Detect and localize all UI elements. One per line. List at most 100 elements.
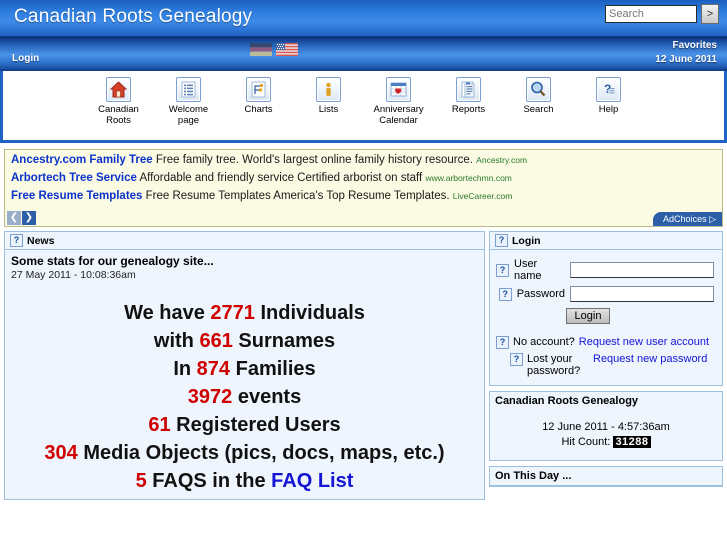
no-account-label: No account?	[513, 336, 575, 348]
ad-description: Affordable and friendly service Certifie…	[139, 172, 423, 184]
toolbar-item-reports[interactable]: Reports	[444, 77, 494, 115]
stat-line-media: 304 Media Objects (pics, docs, maps, etc…	[11, 439, 478, 467]
toolbar-item-charts[interactable]: Charts	[234, 77, 284, 115]
help-question-icon[interactable]: ?	[10, 234, 23, 247]
news-panel-header: ? News	[5, 232, 484, 250]
password-row: ? Password	[496, 286, 714, 302]
page-root: Canadian Roots Genealogy > Login	[0, 0, 727, 545]
request-account-link[interactable]: Request new user account	[579, 336, 709, 348]
login-panel-body: ? User name ? Password Login ? No accoun…	[490, 250, 722, 385]
stat-line-families: In 874 Families	[11, 355, 478, 383]
stat-text: Surnames	[232, 330, 336, 352]
calendar-heart-icon	[386, 77, 411, 102]
news-article-title: Some stats for our genealogy site...	[11, 254, 214, 268]
faq-list-link[interactable]: FAQ List	[271, 470, 353, 492]
ad-row: Ancestry.com Family Tree Free family tre…	[5, 150, 722, 168]
ad-banner: Ancestry.com Family Tree Free family tre…	[4, 149, 723, 227]
request-password-link[interactable]: Request new password	[593, 353, 707, 365]
toolbar-item-anniversary-calendar[interactable]: Anniversary Calendar	[374, 77, 424, 126]
ad-description: Free Resume Templates America's Top Resu…	[145, 190, 450, 202]
page-title: Canadian Roots Genealogy	[14, 6, 253, 27]
stat-line-individuals: We have 2771 Individuals	[11, 299, 478, 327]
ad-next-button[interactable]: ❯	[22, 211, 36, 225]
hit-count-row: Hit Count: 31288	[490, 435, 722, 450]
chart-icon	[246, 77, 271, 102]
help-question-icon[interactable]: ?	[510, 353, 523, 366]
clock-panel: Canadian Roots Genealogy 12 June 2011 - …	[489, 391, 723, 461]
toolbar-item-welcome-page[interactable]: Welcome page	[164, 77, 214, 126]
login-link[interactable]: Login	[12, 53, 39, 64]
login-panel: ? Login ? User name ? Password Login ? N…	[489, 231, 723, 386]
toolbar-label: Anniversary Calendar	[373, 104, 424, 126]
stat-surnames-count: 661	[199, 330, 233, 352]
german-flag-icon[interactable]	[250, 43, 272, 56]
hit-count-value: 31288	[613, 436, 651, 448]
stat-individuals-count: 2771	[210, 302, 255, 324]
help-question-icon[interactable]: ?	[496, 336, 509, 349]
lost-password-label: Lost your password?	[527, 353, 581, 377]
current-date: 12 June 2011	[655, 54, 717, 65]
header-search: >	[605, 4, 719, 24]
news-panel-body: Some stats for our genealogy site... 27 …	[5, 250, 484, 499]
toolbar-label: Search	[523, 104, 554, 115]
toolbar-label: Charts	[244, 104, 273, 115]
ad-prev-button[interactable]: ❮	[7, 211, 21, 225]
search-input[interactable]	[605, 5, 697, 23]
ad-row: Free Resume Templates Free Resume Templa…	[5, 186, 722, 204]
stat-text: We have	[124, 302, 211, 324]
ad-title-link[interactable]: Free Resume Templates	[11, 190, 142, 202]
help-question-icon[interactable]: ?	[498, 287, 512, 301]
stat-text: Families	[230, 358, 316, 380]
ad-url[interactable]: Ancestry.com	[476, 155, 527, 165]
login-submit-button[interactable]: Login	[565, 308, 611, 324]
help-question-icon[interactable]: ?	[496, 263, 509, 277]
site-statistics: We have 2771 Individuals with 661 Surnam…	[11, 299, 478, 495]
toolbar-label: Reports	[451, 104, 486, 115]
favorites-link[interactable]: Favorites	[655, 39, 717, 53]
news-article-date: 27 May 2011 - 10:08:36am	[11, 269, 136, 281]
adchoices-link[interactable]: AdChoices ▷	[653, 212, 722, 226]
utility-bar: Login Favorites 12 June 2011	[0, 37, 727, 71]
stat-text: FAQS in the	[146, 470, 272, 492]
question-mark-icon: ?	[596, 77, 621, 102]
ad-url[interactable]: LiveCareer.com	[453, 191, 513, 201]
username-input[interactable]	[570, 262, 714, 278]
ad-title-link[interactable]: Arbortech Tree Service	[11, 172, 137, 184]
stat-faq-count: 5	[135, 470, 147, 492]
password-input[interactable]	[570, 286, 714, 302]
login-button-row: Login	[496, 306, 716, 332]
search-submit-button[interactable]: >	[701, 4, 719, 24]
password-label: Password	[516, 288, 565, 300]
ad-url[interactable]: www.arbortechmn.com	[425, 173, 511, 183]
main-toolbar: Canadian Roots Welcome page Charts Lists…	[0, 71, 727, 143]
login-panel-header: ? Login	[490, 232, 722, 250]
right-sidebar: ? Login ? User name ? Password Login ? N…	[489, 231, 723, 492]
home-icon	[106, 77, 131, 102]
current-datetime: 12 June 2011 - 4:57:36am	[542, 421, 670, 433]
ad-description: Free family tree. World's largest online…	[155, 154, 473, 166]
site-header: Canadian Roots Genealogy >	[0, 0, 727, 37]
username-row: ? User name	[496, 258, 714, 282]
report-document-icon	[456, 77, 481, 102]
stat-line-events: 3972 events	[11, 383, 478, 411]
main-content: ? News Some stats for our genealogy site…	[4, 231, 723, 505]
stat-users-count: 61	[148, 414, 171, 436]
on-this-day-panel: On This Day ...	[489, 466, 723, 487]
person-icon	[316, 77, 341, 102]
toolbar-item-lists[interactable]: Lists	[304, 77, 354, 115]
toolbar-label: Lists	[318, 104, 339, 115]
toolbar-item-help[interactable]: ? Help	[584, 77, 634, 115]
usa-flag-icon[interactable]	[276, 43, 298, 56]
stat-line-surnames: with 661 Surnames	[11, 327, 478, 355]
ad-row: Arbortech Tree Service Affordable and fr…	[5, 168, 722, 186]
clock-panel-title: Canadian Roots Genealogy	[495, 395, 639, 407]
stat-text: events	[232, 386, 302, 408]
stat-line-faqs: 5 FAQS in the FAQ List	[11, 467, 478, 495]
ad-title-link[interactable]: Ancestry.com Family Tree	[11, 154, 153, 166]
stat-media-count: 304	[44, 442, 78, 464]
stat-events-count: 3972	[187, 386, 233, 408]
lost-password-row: ? Lost your password? Request new passwo…	[496, 353, 716, 377]
help-question-icon[interactable]: ?	[495, 234, 508, 247]
toolbar-item-search[interactable]: Search	[514, 77, 564, 115]
toolbar-item-canadian-roots[interactable]: Canadian Roots	[94, 77, 144, 126]
